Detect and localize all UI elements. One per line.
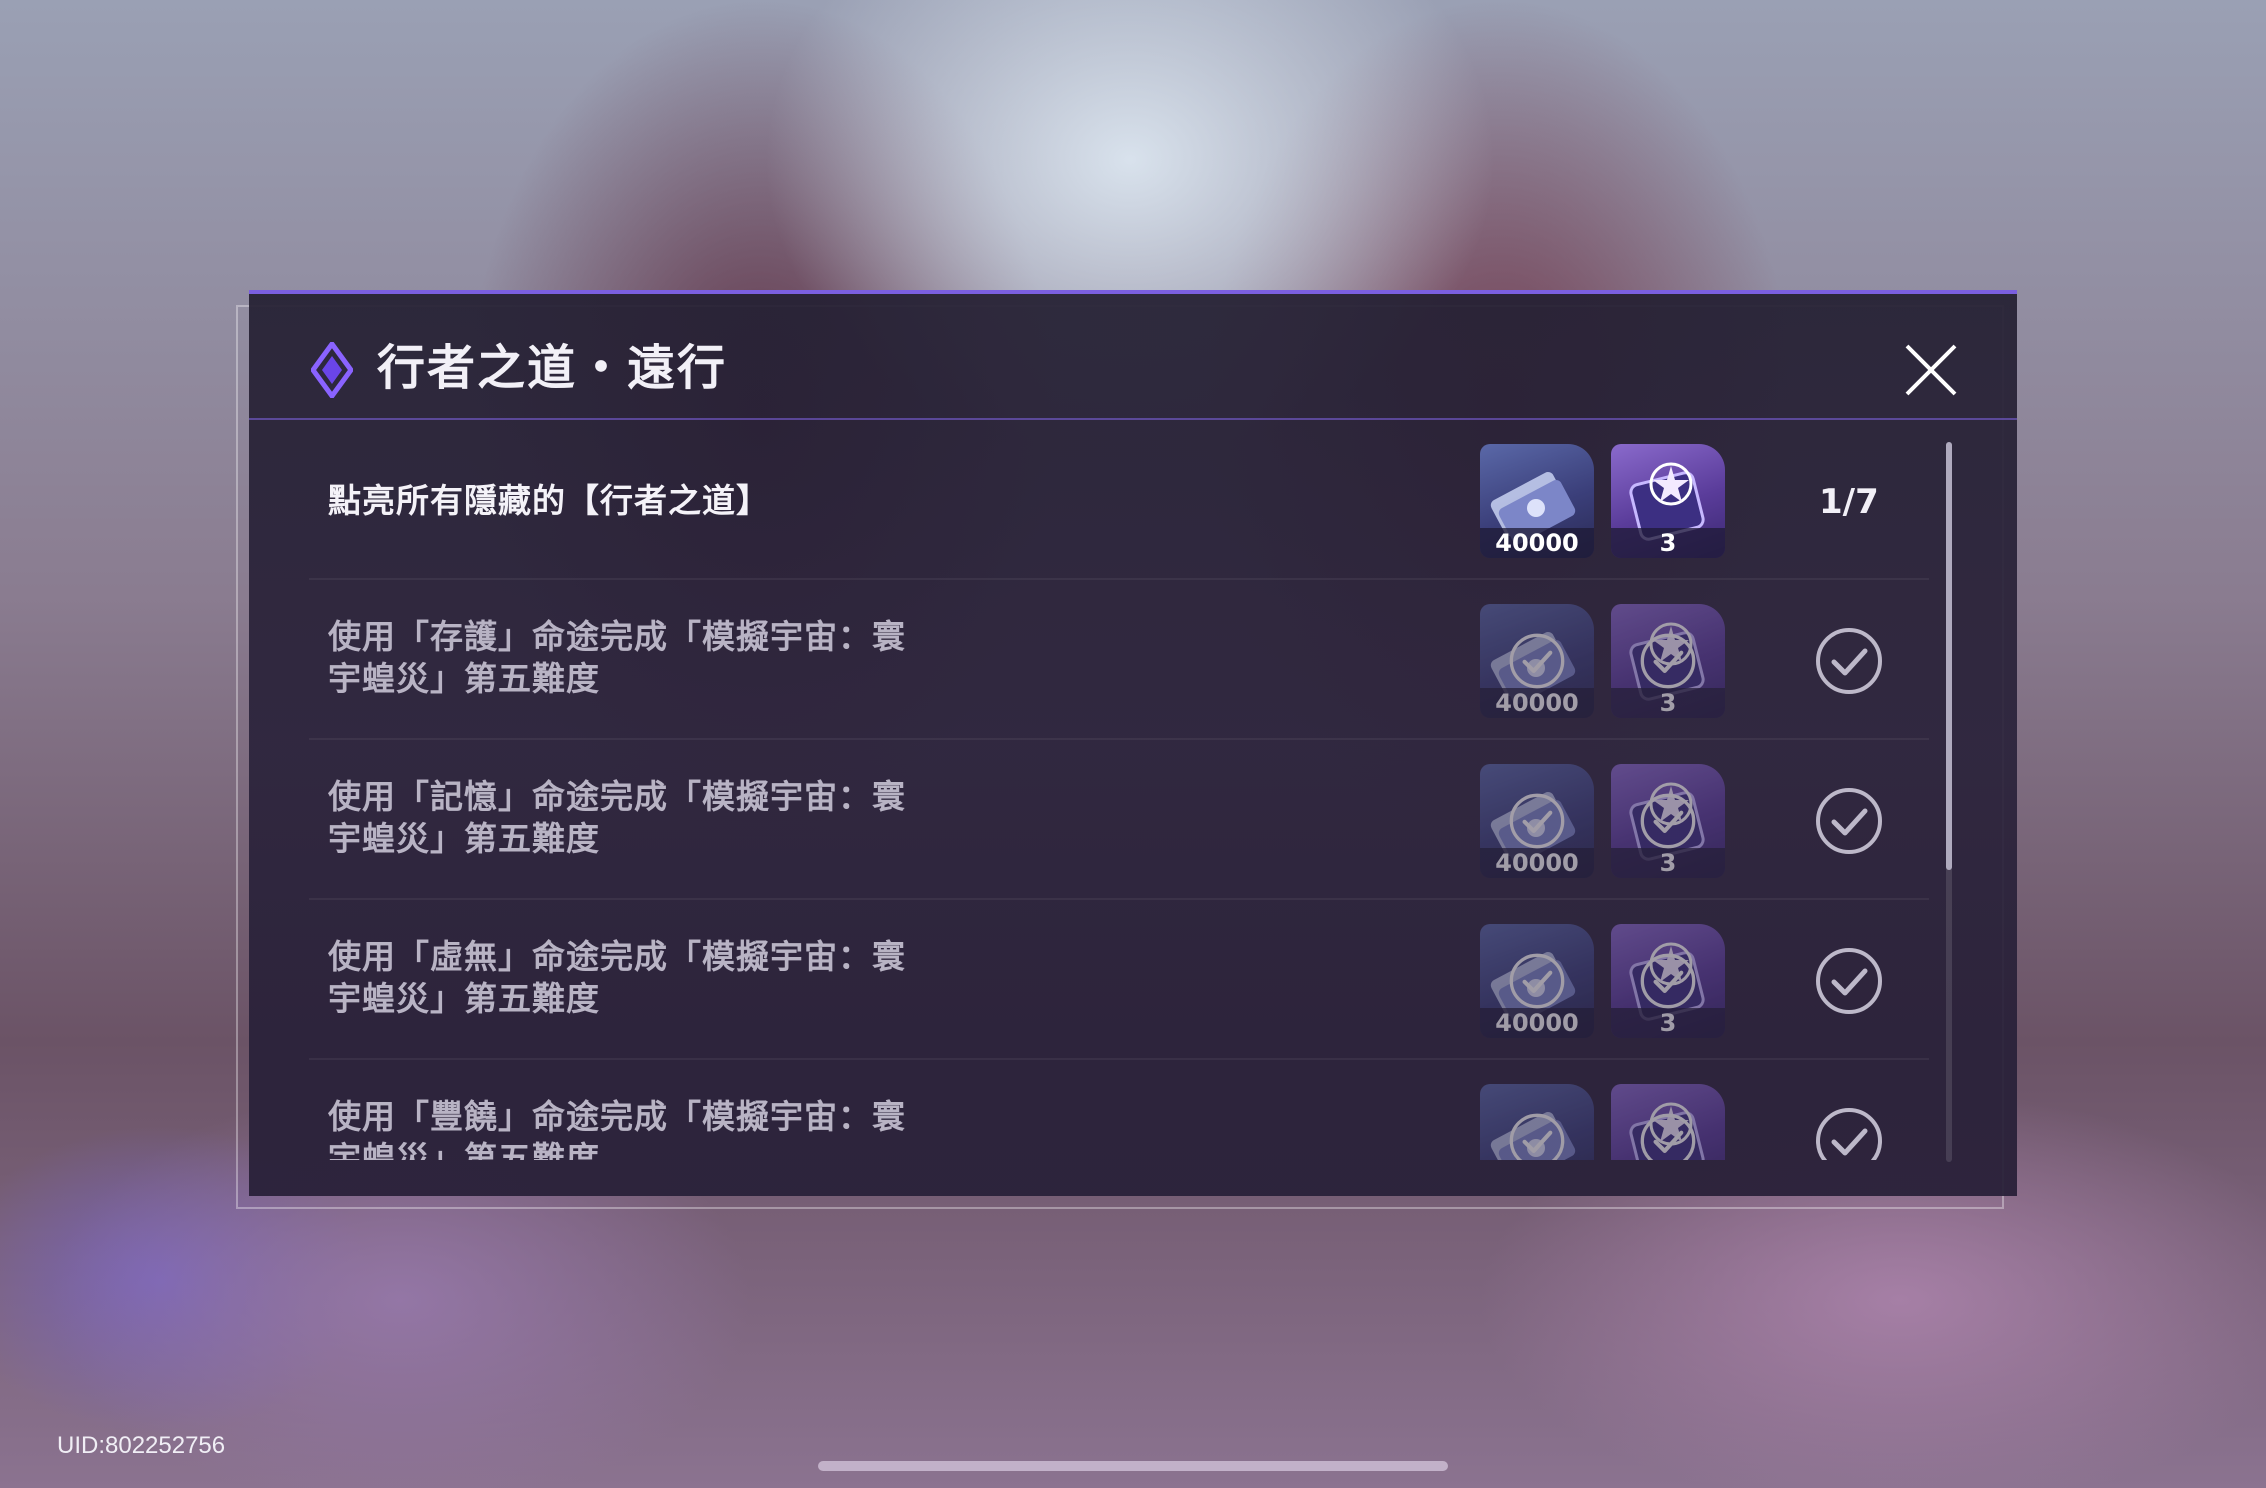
scrollbar-thumb[interactable]: [1946, 442, 1952, 870]
claimed-check-icon: [1640, 1113, 1696, 1160]
reward-star-rail-pass[interactable]: 3: [1611, 444, 1725, 558]
task-description-line1: 使用「豐饒」命途完成「模擬宇宙：寰: [328, 1097, 906, 1136]
claimed-check-icon: [1509, 953, 1565, 1009]
diamond-icon: [311, 342, 353, 398]
claimed-check-icon: [1509, 1113, 1565, 1160]
reward-star-rail-pass[interactable]: 3: [1611, 924, 1725, 1038]
reward-star-rail-pass[interactable]: 3: [1611, 764, 1725, 878]
dialog-header: 行者之道・遠行: [249, 294, 2017, 420]
reward-quantity: 40000: [1480, 848, 1594, 878]
reward-quantity: 3: [1611, 848, 1725, 878]
task-list[interactable]: 點亮所有隱藏的【行者之道】 40000 3 1/7 使用「存護」命途完成「模擬宇宙：寰宇…: [309, 420, 1929, 1160]
task-row[interactable]: 點亮所有隱藏的【行者之道】 40000 3 1/7: [309, 420, 1929, 580]
reward-quantity: 40000: [1480, 1008, 1594, 1038]
reward-credit[interactable]: 40000: [1480, 604, 1594, 718]
task-description-line2: 宇蝗災」第五難度: [328, 979, 600, 1018]
task-row[interactable]: 使用「虛無」命途完成「模擬宇宙：寰 宇蝗災」第五難度 40000 3: [309, 900, 1929, 1060]
reward-credit[interactable]: 40000: [1480, 1084, 1594, 1160]
completed-check-icon: [1816, 628, 1882, 694]
reward-credit[interactable]: 40000: [1480, 924, 1594, 1038]
reward-star-rail-pass[interactable]: 3: [1611, 1084, 1725, 1160]
task-description: 點亮所有隱藏的【行者之道】: [328, 480, 968, 522]
achievement-dialog: 行者之道・遠行 點亮所有隱藏的【行者之道】 40000 3 1/7 使用「存護」命途完成…: [249, 290, 2017, 1196]
reward-quantity: 3: [1611, 528, 1725, 558]
claimed-check-icon: [1509, 793, 1565, 849]
task-description: 使用「豐饒」命途完成「模擬宇宙：寰宇蝗災」第五難度: [328, 1096, 968, 1160]
claimed-check-icon: [1509, 633, 1565, 689]
task-description-line2: 宇蝗災」第五難度: [328, 819, 600, 858]
reward-credit[interactable]: 40000: [1480, 444, 1594, 558]
close-icon[interactable]: [1901, 340, 1961, 400]
completed-check-icon: [1816, 948, 1882, 1014]
task-description: 使用「虛無」命途完成「模擬宇宙：寰 宇蝗災」第五難度: [328, 936, 968, 1020]
scrollbar[interactable]: [1946, 442, 1952, 1162]
claimed-check-icon: [1640, 793, 1696, 849]
uid-label: UID:802252756: [57, 1432, 226, 1459]
task-progress: 1/7: [1819, 482, 1879, 522]
completed-check-icon: [1816, 1108, 1882, 1160]
task-description-line2: 宇蝗災」第五難度: [328, 1139, 600, 1160]
task-row[interactable]: 使用「存護」命途完成「模擬宇宙：寰 宇蝗災」第五難度 40000 3: [309, 580, 1929, 740]
reward-star-rail-pass[interactable]: 3: [1611, 604, 1725, 718]
task-row[interactable]: 使用「記憶」命途完成「模擬宇宙：寰 宇蝗災」第五難度 40000 3: [309, 740, 1929, 900]
task-description-line1: 點亮所有隱藏的【行者之道】: [328, 481, 770, 520]
task-description-line1: 使用「存護」命途完成「模擬宇宙：寰: [328, 617, 906, 656]
claimed-check-icon: [1640, 953, 1696, 1009]
reward-quantity: 40000: [1480, 528, 1594, 558]
task-description: 使用「存護」命途完成「模擬宇宙：寰 宇蝗災」第五難度: [328, 616, 968, 700]
completed-check-icon: [1816, 788, 1882, 854]
reward-quantity: 3: [1611, 688, 1725, 718]
reward-credit[interactable]: 40000: [1480, 764, 1594, 878]
dialog-title: 行者之道・遠行: [377, 340, 728, 396]
reward-quantity: 3: [1611, 1008, 1725, 1038]
task-description-line2: 宇蝗災」第五難度: [328, 659, 600, 698]
claimed-check-icon: [1640, 633, 1696, 689]
reward-quantity: 40000: [1480, 688, 1594, 718]
task-description-line1: 使用「記憶」命途完成「模擬宇宙：寰: [328, 777, 906, 816]
task-description-line1: 使用「虛無」命途完成「模擬宇宙：寰: [328, 937, 906, 976]
home-indicator[interactable]: [818, 1461, 1448, 1471]
task-description: 使用「記憶」命途完成「模擬宇宙：寰 宇蝗災」第五難度: [328, 776, 968, 860]
task-row[interactable]: 使用「豐饒」命途完成「模擬宇宙：寰宇蝗災」第五難度 400003: [309, 1060, 1929, 1160]
